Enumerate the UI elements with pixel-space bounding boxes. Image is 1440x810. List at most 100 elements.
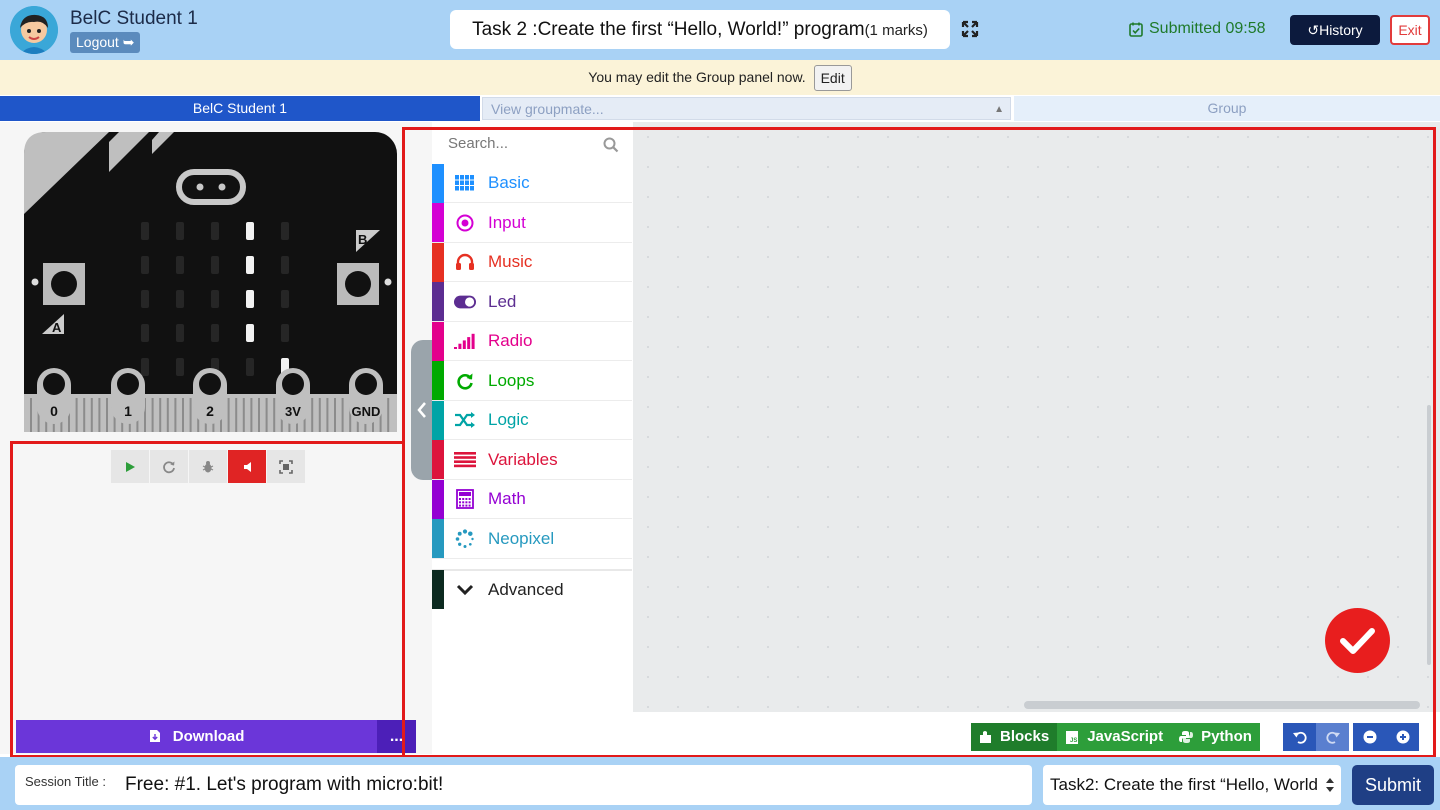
toolbox-category-led[interactable]: Led bbox=[432, 282, 632, 322]
toolbox-category-radio[interactable]: Radio bbox=[432, 321, 632, 361]
led-off bbox=[211, 222, 219, 240]
category-color-bar bbox=[432, 440, 444, 479]
submit-button[interactable]: Submit bbox=[1352, 765, 1434, 805]
blocks-workspace[interactable] bbox=[633, 122, 1440, 712]
python-label: Python bbox=[1201, 728, 1252, 745]
category-label: Logic bbox=[488, 410, 529, 429]
fullscreen-icon[interactable] bbox=[267, 450, 306, 483]
advanced-label: Advanced bbox=[488, 579, 564, 599]
led-off bbox=[176, 358, 184, 376]
toggle-icon bbox=[454, 291, 476, 313]
button-a-label: A bbox=[52, 320, 62, 335]
puzzle-icon bbox=[980, 731, 991, 743]
notice-text: You may edit the Group panel now. bbox=[588, 69, 806, 85]
select-arrows-icon: ▲ bbox=[994, 104, 1004, 115]
restart-icon[interactable] bbox=[150, 450, 189, 483]
download-label: Download bbox=[172, 728, 245, 745]
download-button[interactable]: Download bbox=[16, 720, 377, 753]
toolbox-category-math[interactable]: Math bbox=[432, 479, 632, 519]
grid-icon bbox=[454, 172, 476, 194]
pin-label: 0 bbox=[50, 403, 58, 419]
more-button[interactable]: ... bbox=[377, 720, 416, 753]
edit-button[interactable]: Edit bbox=[813, 65, 852, 92]
user-name: BelC Student 1 bbox=[70, 8, 198, 29]
led-off bbox=[246, 358, 254, 376]
led-on bbox=[246, 222, 254, 240]
toolbox-category-loops[interactable]: Loops bbox=[432, 361, 632, 401]
microbit-simulator[interactable]: A B 0 1 2 3V GND bbox=[24, 132, 397, 432]
zoom-in-icon[interactable] bbox=[1386, 723, 1419, 751]
category-label: Variables bbox=[488, 449, 558, 469]
toolbox-category-neopixel[interactable]: Neopixel bbox=[432, 519, 632, 559]
blocks-mode-button[interactable]: Blocks bbox=[971, 723, 1058, 751]
session-title-value[interactable]: Free: #1. Let's program with micro:bit! bbox=[125, 774, 443, 796]
led-off bbox=[281, 290, 289, 308]
horizontal-scrollbar[interactable] bbox=[1024, 701, 1420, 709]
debug-icon[interactable] bbox=[189, 450, 228, 483]
python-mode-button[interactable]: Python bbox=[1171, 723, 1260, 751]
category-color-bar bbox=[432, 163, 444, 203]
category-color-bar bbox=[432, 400, 444, 440]
category-color-bar bbox=[432, 203, 444, 242]
toolbox-category-input[interactable]: Input bbox=[432, 203, 632, 243]
category-label: Neopixel bbox=[488, 528, 555, 548]
js-file-icon: JS bbox=[1066, 730, 1079, 744]
javascript-mode-button[interactable]: JS JavaScript bbox=[1057, 723, 1172, 751]
groupmate-select[interactable]: View groupmate... ▲ bbox=[482, 97, 1011, 120]
logout-label: Logout bbox=[76, 34, 119, 50]
led-off bbox=[176, 290, 184, 308]
play-icon[interactable] bbox=[111, 450, 150, 483]
category-color-bar bbox=[432, 282, 444, 321]
pin-3v[interactable]: 3V bbox=[276, 368, 310, 424]
undo-icon[interactable] bbox=[1283, 723, 1316, 751]
led-off bbox=[141, 290, 149, 308]
category-label: Music bbox=[488, 252, 533, 271]
simulator-controls bbox=[111, 450, 308, 483]
toolbox-category-music[interactable]: Music bbox=[432, 242, 632, 282]
tab-student[interactable]: BelC Student 1 bbox=[0, 96, 480, 121]
pin-1[interactable]: 1 bbox=[111, 368, 145, 424]
editor-mode-toggle: Blocks JS JavaScript Python bbox=[971, 723, 1260, 751]
pin-2[interactable]: 2 bbox=[193, 368, 227, 424]
notice-bar: You may edit the Group panel now. Edit bbox=[0, 60, 1440, 95]
tab-group[interactable]: Group bbox=[1014, 96, 1440, 121]
submitted-text: Submitted 09:58 bbox=[1149, 20, 1266, 37]
history-button[interactable]: ↺History bbox=[1290, 15, 1380, 45]
chevron-down-icon bbox=[456, 584, 474, 595]
toolbox-search-input[interactable]: Search... bbox=[432, 130, 632, 160]
submitted-status: Submitted 09:58 bbox=[1129, 20, 1266, 38]
vertical-scrollbar[interactable] bbox=[1427, 405, 1431, 665]
lines-icon bbox=[454, 449, 476, 471]
category-color-bar bbox=[432, 361, 444, 400]
toolbox-category-variables[interactable]: Variables bbox=[432, 440, 632, 480]
redo-icon[interactable] bbox=[1316, 723, 1349, 751]
category-color-bar bbox=[432, 242, 444, 282]
pin-0[interactable]: 0 bbox=[37, 368, 71, 424]
logout-button[interactable]: Logout ➥ bbox=[70, 32, 141, 53]
pin-gnd[interactable]: GND bbox=[349, 368, 383, 424]
search-icon[interactable] bbox=[603, 137, 619, 153]
toolbox-category-logic[interactable]: Logic bbox=[432, 400, 632, 440]
collapse-simulator-handle[interactable] bbox=[411, 340, 433, 480]
led-off bbox=[176, 256, 184, 274]
chevron-left-icon bbox=[417, 402, 426, 418]
groupmate-select-value: View groupmate... bbox=[491, 101, 604, 117]
pin-label: 2 bbox=[206, 403, 214, 419]
pin-label: 1 bbox=[124, 403, 132, 419]
check-mark-icon[interactable] bbox=[1325, 608, 1390, 673]
svg-text:JS: JS bbox=[1070, 738, 1077, 744]
toolbox-category-basic[interactable]: Basic bbox=[432, 163, 632, 203]
expand-icon[interactable] bbox=[961, 20, 979, 38]
avatar bbox=[10, 6, 58, 54]
zoom-out-icon[interactable] bbox=[1353, 723, 1386, 751]
category-label: Math bbox=[488, 489, 526, 508]
button-b-label: B bbox=[358, 232, 367, 247]
task-title-box: Task 2 :Create the first “Hello, World!”… bbox=[450, 10, 950, 49]
led-on bbox=[246, 256, 254, 274]
exit-button[interactable]: Exit bbox=[1390, 15, 1430, 45]
toolbox-category-advanced[interactable]: Advanced bbox=[432, 569, 632, 609]
task-select[interactable]: Task2: Create the first “Hello, World bbox=[1043, 765, 1341, 805]
mute-icon[interactable] bbox=[228, 450, 267, 483]
pin-label: 3V bbox=[285, 404, 301, 419]
led-off bbox=[176, 324, 184, 342]
